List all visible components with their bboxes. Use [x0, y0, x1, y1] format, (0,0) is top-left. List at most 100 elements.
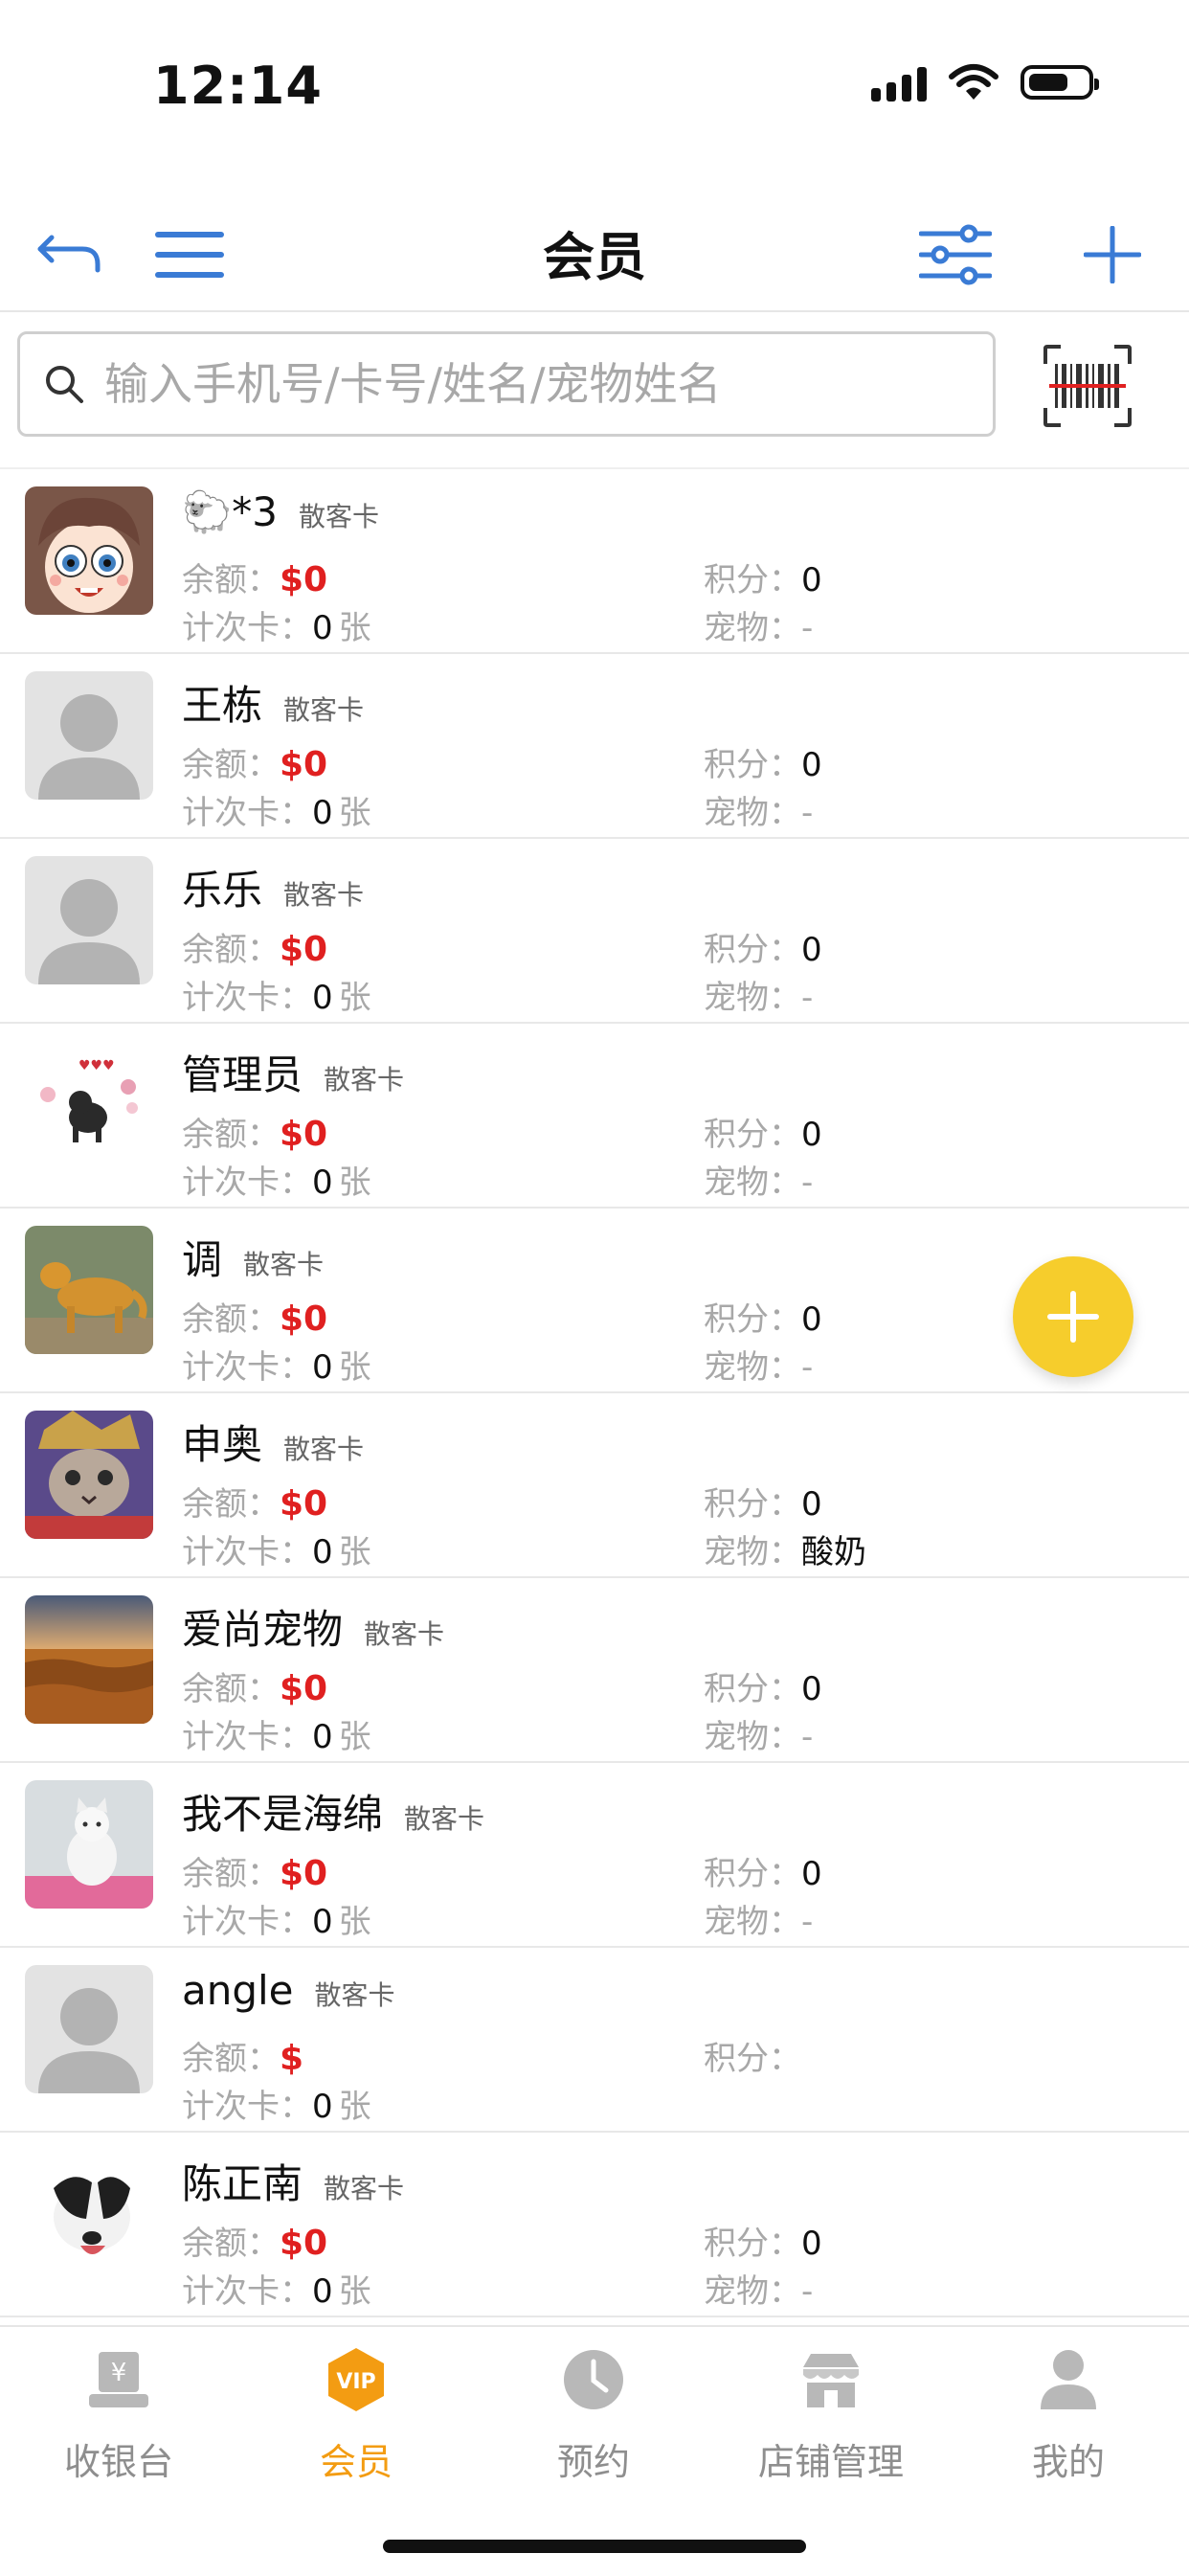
- points-field: 积分：0: [704, 738, 822, 785]
- balance-value: $: [280, 2039, 304, 2078]
- cartoon-girl-avatar: [25, 486, 153, 615]
- member-name-line: 乐乐 散客卡: [182, 858, 364, 916]
- count-card-value: 0: [312, 1533, 333, 1571]
- count-card-field: 计次卡：0 张: [182, 1341, 371, 1388]
- svg-text:VIP: VIP: [336, 2370, 375, 2394]
- card-type: 散客卡: [283, 1434, 365, 1465]
- tab-store-management[interactable]: 店铺管理: [712, 2346, 950, 2485]
- count-card-unit: 张: [338, 1718, 371, 1756]
- count-card-unit: 张: [338, 2088, 371, 2126]
- points-value: 0: [801, 931, 822, 969]
- avatar: [25, 1595, 153, 1724]
- member-row[interactable]: ♥♥♥ 管理员 散客卡 余额：$0 计次卡：0 张 积分：0 宠物：-: [0, 1024, 1189, 1209]
- pet-value: -: [801, 609, 814, 647]
- tab-me[interactable]: 我的: [950, 2346, 1187, 2485]
- pet-field: 宠物：酸奶: [704, 1525, 866, 1572]
- count-card-unit: 张: [338, 1348, 371, 1387]
- points-value: 0: [801, 1855, 822, 1893]
- tab-bar: ¥ 收银台 VIP 会员 预约 店铺管理 我的: [0, 2325, 1189, 2576]
- count-card-value: 0: [312, 979, 333, 1017]
- balance-label: 余额：: [182, 561, 280, 599]
- member-name-line: 调 散客卡: [182, 1228, 324, 1286]
- points-field: 积分：0: [704, 554, 822, 600]
- svg-text:¥: ¥: [111, 2359, 127, 2387]
- pet-label: 宠物：: [704, 794, 801, 832]
- points-value: 0: [801, 1485, 822, 1524]
- tab-appointment[interactable]: 预约: [475, 2346, 712, 2485]
- count-card-label: 计次卡：: [182, 794, 312, 832]
- member-row[interactable]: 爱尚宠物 散客卡 余额：$0 计次卡：0 张 积分：0 宠物：-: [0, 1578, 1189, 1763]
- avatar: ♥♥♥: [25, 1041, 153, 1169]
- pet-value: -: [801, 1718, 814, 1756]
- balance-field: 余额：$0: [182, 1478, 327, 1525]
- floating-add-button[interactable]: [1013, 1256, 1133, 1377]
- pet-label: 宠物：: [704, 1164, 801, 1202]
- member-name: 申奥: [182, 1421, 263, 1468]
- member-name: 王栋: [182, 682, 263, 729]
- search-box: [17, 331, 996, 437]
- member-name: 🐑*3: [182, 488, 279, 535]
- member-row[interactable]: 申奥 散客卡 余额：$0 计次卡：0 张 积分：0 宠物：酸奶: [0, 1393, 1189, 1578]
- pet-field: 宠物：-: [704, 1341, 813, 1388]
- points-value: 0: [801, 2225, 822, 2263]
- pet-label: 宠物：: [704, 979, 801, 1017]
- barcode-scan-button[interactable]: [1042, 343, 1133, 429]
- points-label: 积分：: [704, 2225, 801, 2263]
- count-card-field: 计次卡：0 张: [182, 2080, 371, 2127]
- pet-label: 宠物：: [704, 1718, 801, 1756]
- search-input[interactable]: [104, 358, 947, 410]
- member-name-line: 陈正南 散客卡: [182, 2152, 404, 2210]
- avatar: [25, 486, 153, 615]
- avatar: [25, 1226, 153, 1354]
- pet-field: 宠物：-: [704, 601, 813, 648]
- member-row[interactable]: 王栋 散客卡 余额：$0 计次卡：0 张 积分：0 宠物：-: [0, 654, 1189, 839]
- card-type: 散客卡: [324, 2173, 405, 2204]
- member-row[interactable]: 乐乐 散客卡 余额：$0 计次卡：0 张 积分：0 宠物：-: [0, 839, 1189, 1024]
- member-row[interactable]: angle 散客卡 余额：$ 计次卡：0 张 积分：: [0, 1948, 1189, 2133]
- balance-field: 余额：$0: [182, 1293, 327, 1340]
- pet-field: 宠物：-: [704, 1710, 813, 1757]
- member-name: 管理员: [182, 1051, 303, 1098]
- points-label: 积分：: [704, 1485, 801, 1524]
- points-label: 积分：: [704, 1670, 801, 1708]
- count-card-label: 计次卡：: [182, 2088, 312, 2126]
- count-card-label: 计次卡：: [182, 609, 312, 647]
- member-list: 🐑*3 散客卡 余额：$0 计次卡：0 张 积分：0 宠物：- 王栋 散客卡 余额…: [0, 469, 1189, 2317]
- pet-value: -: [801, 979, 814, 1017]
- add-member-button[interactable]: [1074, 216, 1151, 293]
- count-card-unit: 张: [338, 1533, 371, 1571]
- member-row[interactable]: 陈正南 散客卡 余额：$0 计次卡：0 张 积分：0 宠物：-: [0, 2133, 1189, 2317]
- filter-button[interactable]: [917, 216, 994, 293]
- count-card-label: 计次卡：: [182, 1718, 312, 1756]
- card-type: 散客卡: [283, 879, 365, 911]
- avatar: [25, 856, 153, 984]
- points-label: 积分：: [704, 561, 801, 599]
- count-card-value: 0: [312, 2272, 333, 2311]
- points-field: 积分：0: [704, 1478, 822, 1525]
- balance-label: 余额：: [182, 1300, 280, 1339]
- points-field: 积分：0: [704, 2217, 822, 2264]
- count-card-field: 计次卡：0 张: [182, 601, 371, 648]
- search-icon: [46, 366, 83, 403]
- member-row[interactable]: 🐑*3 散客卡 余额：$0 计次卡：0 张 积分：0 宠物：-: [0, 469, 1189, 654]
- points-field: 积分：0: [704, 923, 822, 970]
- member-name: 乐乐: [182, 867, 263, 914]
- member-row[interactable]: 我不是海绵 散客卡 余额：$0 计次卡：0 张 积分：0 宠物：-: [0, 1763, 1189, 1948]
- border-collie-avatar: [25, 2150, 153, 2278]
- count-card-unit: 张: [338, 979, 371, 1017]
- card-type: 散客卡: [404, 1803, 485, 1835]
- battery-icon: [1021, 65, 1099, 100]
- balance-label: 余额：: [182, 1485, 280, 1524]
- count-card-field: 计次卡：0 张: [182, 786, 371, 833]
- points-field: 积分：: [704, 2032, 801, 2079]
- wheat-field-avatar: [25, 1595, 153, 1724]
- status-bar: 12:14: [0, 0, 1189, 172]
- tab-vip[interactable]: VIP 会员: [237, 2346, 475, 2485]
- count-card-value: 0: [312, 609, 333, 647]
- tab-cashier[interactable]: ¥ 收银台: [0, 2346, 237, 2485]
- member-row[interactable]: 调 散客卡 余额：$0 计次卡：0 张 积分：0 宠物：-: [0, 1209, 1189, 1393]
- pet-value: 酸奶: [801, 1533, 866, 1571]
- avatar: [25, 1411, 153, 1539]
- member-name-line: 🐑*3 散客卡: [182, 488, 379, 536]
- count-card-value: 0: [312, 1348, 333, 1387]
